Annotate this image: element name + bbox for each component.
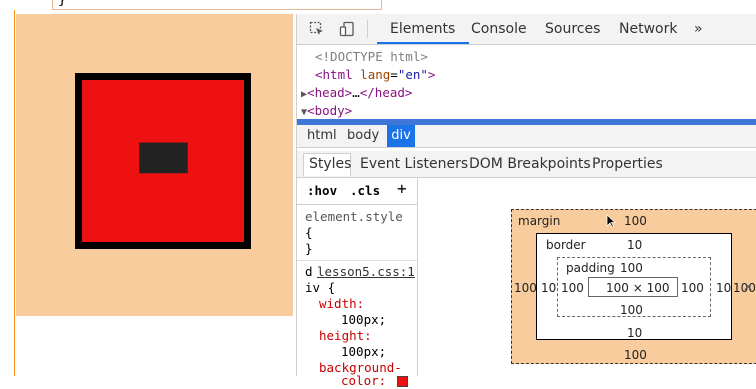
styles-subtabs: Styles Event Listeners DOM Breakpoints P…: [297, 151, 756, 178]
dom-head-close-tag: head: [374, 85, 405, 100]
devtools-tabbar: Elements Console Sources Network »: [297, 14, 756, 45]
mouse-cursor-icon: [606, 214, 617, 231]
tab-sources[interactable]: Sources: [545, 21, 600, 37]
subtab-properties[interactable]: Properties: [592, 156, 663, 172]
dom-html-attr: lang: [360, 67, 391, 82]
subtab-styles[interactable]: Styles: [309, 156, 351, 172]
border-top-value[interactable]: 10: [627, 238, 642, 252]
red-div-box[interactable]: ████████ ████████ ████████: [75, 73, 251, 249]
height-value[interactable]: 100px;: [341, 344, 386, 360]
border-right-value[interactable]: 10: [716, 281, 731, 295]
margin-label: margin: [518, 214, 561, 228]
border-left-value[interactable]: 10: [541, 281, 556, 295]
content-size[interactable]: 100 × 100: [606, 281, 670, 295]
dom-head-ellipsis: …: [352, 85, 360, 100]
red-box-text-line: ████████: [139, 164, 187, 174]
padding-right-value[interactable]: 100: [681, 281, 704, 295]
active-tab-indicator: [377, 42, 469, 44]
red-box-text-line: ████████: [139, 154, 187, 164]
scroll-indicator-icon[interactable]: [743, 278, 753, 297]
device-toolbar-icon[interactable]: [339, 21, 355, 37]
cls-toggle[interactable]: .cls: [350, 183, 380, 199]
dom-body-tag: body: [314, 103, 345, 118]
border-bottom-value[interactable]: 10: [627, 326, 642, 340]
source-link[interactable]: lesson5.css:1: [317, 264, 415, 280]
rule-selector-rest[interactable]: iv {: [305, 280, 335, 296]
toolbar-divider: [367, 20, 368, 38]
dom-doctype[interactable]: <!DOCTYPE html>: [315, 48, 428, 66]
rule-divider: [297, 260, 417, 261]
crumb-div[interactable]: div: [387, 125, 415, 147]
subtab-event-listeners[interactable]: Event Listeners: [360, 156, 468, 172]
editor-box-edge: [52, 0, 382, 10]
crumb-body[interactable]: body: [347, 128, 379, 143]
width-property[interactable]: width:: [319, 296, 364, 312]
dom-html-node[interactable]: <html lang="en">: [315, 66, 435, 84]
dom-head-node[interactable]: ▶<head>…</head>: [301, 84, 412, 104]
dom-html-tag: html: [322, 67, 353, 82]
styles-pane: :hov .cls + element.style { } d lesson5.…: [297, 178, 418, 388]
margin-top-value[interactable]: 100: [624, 214, 647, 228]
devtools-panel: Elements Console Sources Network » <!DOC…: [296, 14, 756, 388]
rule-selector-part[interactable]: d: [305, 264, 313, 280]
more-tabs-icon[interactable]: »: [694, 21, 703, 37]
padding-bottom-value[interactable]: 100: [620, 303, 643, 317]
hov-toggle[interactable]: :hov: [307, 183, 337, 199]
box-model-diagram: margin 100 100 100 100 border 10 10 10 1…: [418, 178, 756, 376]
margin-bottom-value[interactable]: 100: [624, 348, 647, 362]
dom-head-tag: head: [314, 85, 345, 100]
tab-elements[interactable]: Elements: [390, 21, 455, 37]
color-swatch[interactable]: [397, 376, 408, 387]
dom-html-attr-value: "en": [397, 67, 428, 82]
element-style-close-brace: }: [305, 241, 313, 256]
tab-network[interactable]: Network: [619, 21, 677, 37]
padding-top-value[interactable]: 100: [620, 261, 643, 275]
page-preview: ████████ ████████ ████████: [16, 14, 293, 376]
red-box-text-line: ████████: [139, 144, 187, 154]
tab-console[interactable]: Console: [471, 21, 527, 37]
orange-guide-line: [14, 10, 15, 376]
code-editor-strip: }: [0, 0, 382, 12]
crumb-html[interactable]: html: [307, 128, 337, 143]
background-property-cont[interactable]: color:: [341, 373, 386, 389]
styles-filter-row: :hov .cls +: [297, 178, 417, 205]
code-brace: }: [58, 0, 67, 8]
breadcrumb: html body div: [297, 125, 756, 148]
height-property[interactable]: height:: [319, 328, 372, 344]
element-style-selector[interactable]: element.style: [305, 209, 403, 225]
dom-tree: <!DOCTYPE html> <html lang="en"> ▶<head>…: [297, 45, 756, 125]
element-style-open-brace: {: [305, 225, 313, 240]
inspect-cursor-icon[interactable]: [309, 21, 325, 37]
red-box-text: ████████ ████████ ████████: [82, 144, 244, 174]
border-label: border: [546, 238, 586, 252]
padding-left-value[interactable]: 100: [561, 281, 584, 295]
width-value[interactable]: 100px;: [341, 312, 386, 328]
margin-left-value[interactable]: 100: [514, 281, 537, 295]
padding-label: padding: [566, 261, 615, 275]
subtab-dom-breakpoints[interactable]: DOM Breakpoints: [469, 156, 591, 172]
add-rule-button[interactable]: +: [397, 181, 407, 197]
